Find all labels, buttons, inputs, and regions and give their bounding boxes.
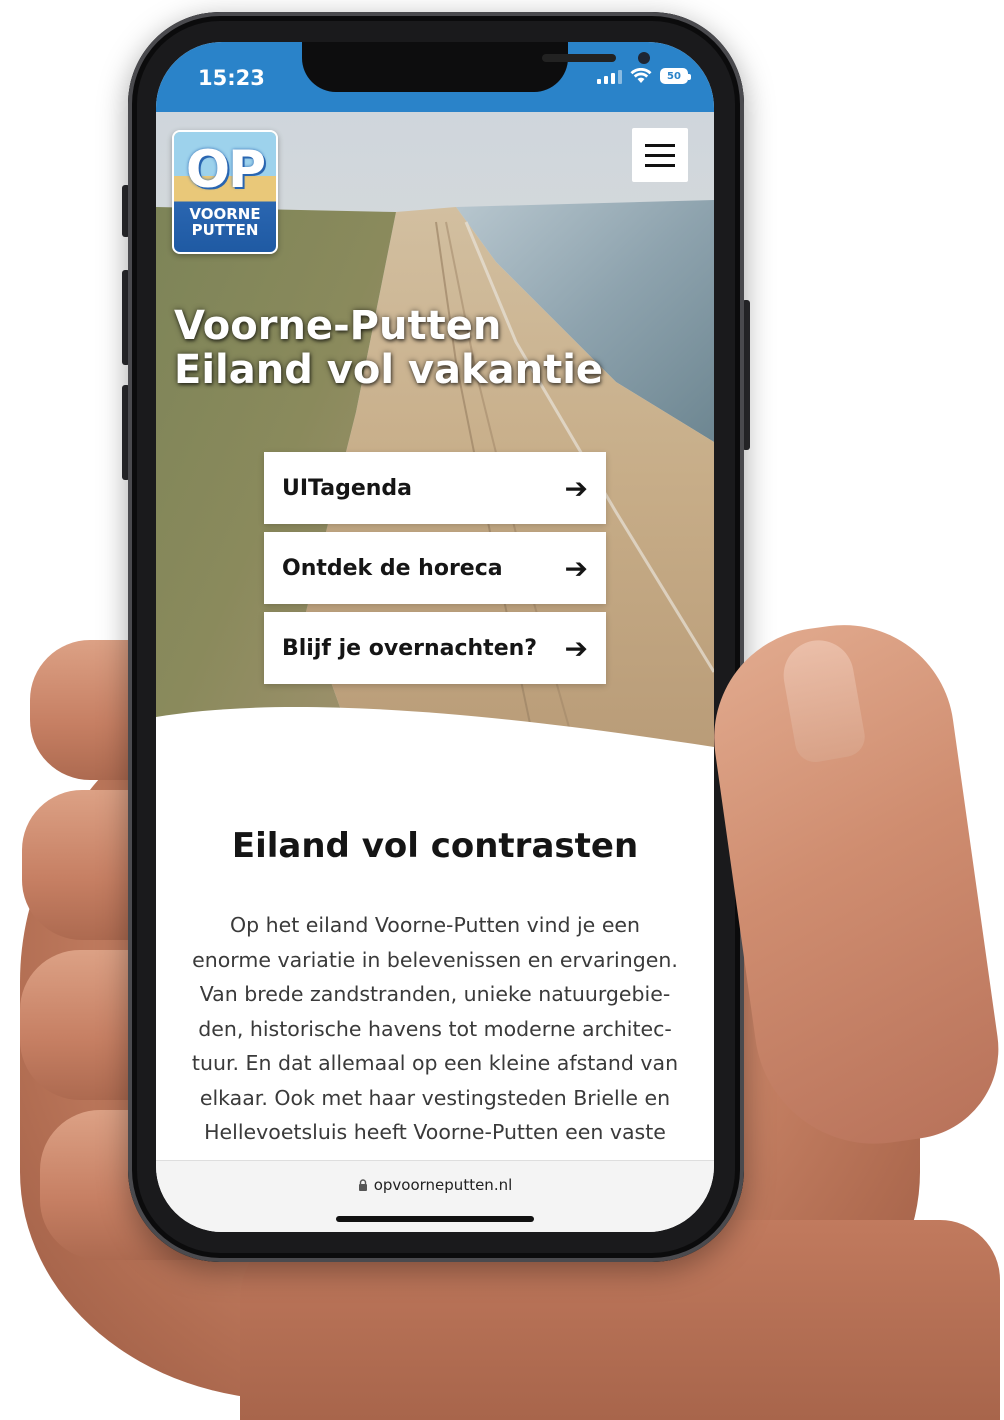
hero-title-line1: Voorne-Putten [174,303,502,349]
cta-label: Blijf je overnachten? [282,635,538,661]
hero-section: OP VOORNE PUTTEN Voorne-Putten Eiland vo… [156,112,714,752]
body-line: tuur. En dat allemaal op een kleine afst… [191,1051,679,1075]
body-line: elkaar. Ook met haar vestingsteden Briel… [199,1085,671,1110]
cta-label: Ontdek de horeca [282,555,503,581]
lock-icon [358,1179,367,1191]
body-line: Van brede zandstranden, unieke natuurgeb… [199,982,671,1006]
body-line: den, historische havens tot moderne arch… [198,1016,672,1041]
menu-bar [645,153,675,157]
arrow-right-icon: ➔ [564,471,588,505]
speaker [542,54,616,62]
notch [302,42,650,92]
section-heading: Eiland vol contrasten [231,826,639,866]
body-line: Hellevoetsluis heeft Voorne-Putten een v… [204,1120,666,1144]
phone-screen: 15:23 50 OP VOORNE PUTTEN Voorne-Putten … [156,42,714,1232]
hero-title: Voorne-Putten Eiland vol vakantie [174,304,603,392]
uitagenda-button[interactable]: UITagenda ➔ [264,452,606,524]
hamburger-menu-icon[interactable] [632,128,688,182]
cta-label: UITagenda [282,475,412,501]
logo-voorne-text: VOORNE [189,205,261,223]
home-indicator[interactable] [336,1216,534,1222]
hero-title-line2: Eiland vol vakantie [174,347,604,393]
wave-divider [156,707,714,777]
status-icons: 50 [597,68,691,84]
menu-bar [645,163,675,167]
body-line: enorme variatie in belevenissen en ervar… [192,947,678,972]
signal-icon [597,68,622,84]
wifi-icon [630,68,652,83]
logo-op-text: OP [185,140,266,200]
overnachten-button[interactable]: Blijf je overnachten? ➔ [264,612,606,684]
camera [638,52,650,64]
site-logo[interactable]: OP VOORNE PUTTEN [172,130,278,254]
intro-paragraph: Op het eiland Voorne-Putten vind je een … [172,908,698,1150]
url-text: opvoorneputten.nl [373,1176,513,1194]
menu-bar [645,143,675,147]
battery-icon: 50 [660,68,691,84]
body-line: Op het eiland Voorne-Putten vind je een [229,913,641,937]
status-time: 15:23 [198,66,265,90]
arrow-right-icon: ➔ [564,551,588,585]
arrow-right-icon: ➔ [564,631,588,665]
ontdek-horeca-button[interactable]: Ontdek de horeca ➔ [264,532,606,604]
address-bar[interactable]: opvoorneputten.nl [156,1176,714,1194]
logo-putten-text: PUTTEN [191,221,259,239]
